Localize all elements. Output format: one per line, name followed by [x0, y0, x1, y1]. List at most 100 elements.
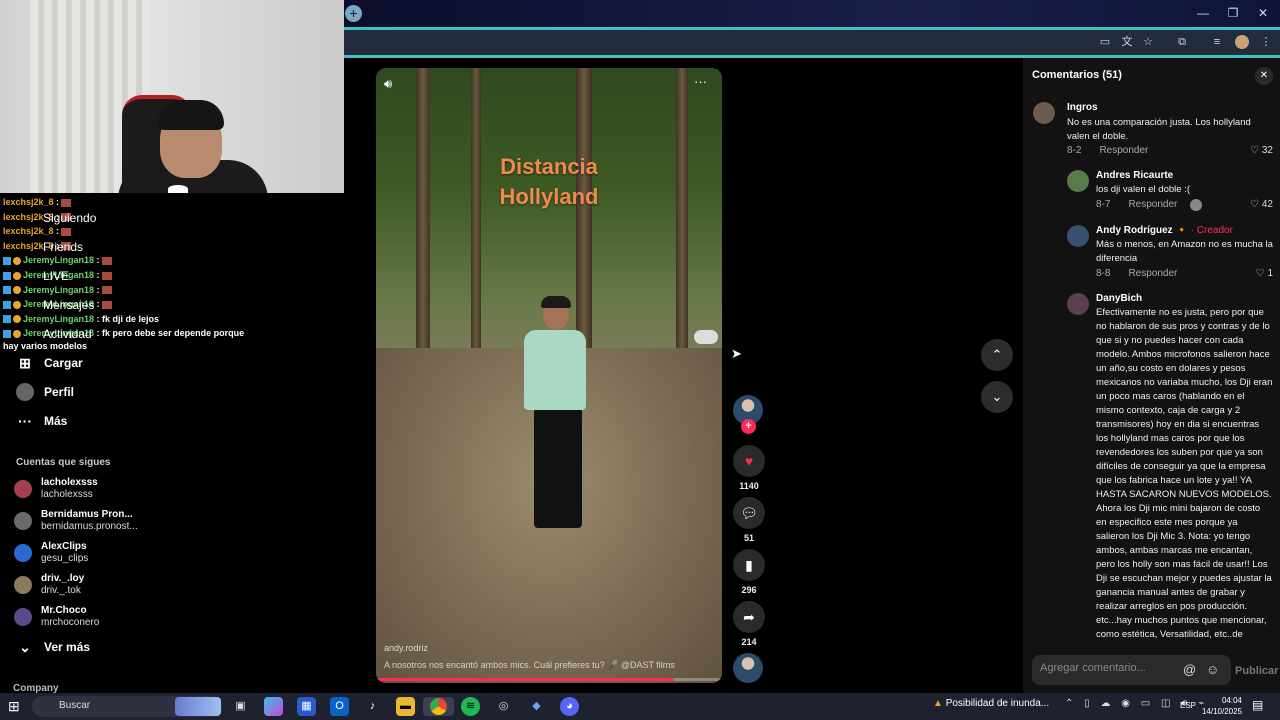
- file-explorer-icon[interactable]: ▬: [396, 697, 415, 716]
- account-name: lacholexsss: [41, 477, 98, 488]
- restore-button[interactable]: ❐: [1218, 4, 1248, 22]
- chat-separator: :: [53, 226, 60, 237]
- comment-avatar[interactable]: [1067, 225, 1089, 247]
- clock-date[interactable]: 14/10/2025: [1198, 707, 1242, 716]
- windows-start-icon[interactable]: ⊞: [8, 698, 20, 715]
- moderator-badge-icon: [13, 330, 21, 339]
- media-control-icon[interactable]: ≡: [1209, 35, 1225, 49]
- chrome-active-tab[interactable]: [423, 697, 454, 716]
- video-player[interactable]: Distancia Hollyland 🔊︎ ··· andy.rodriz A…: [376, 68, 722, 683]
- mention-icon[interactable]: @: [1183, 662, 1196, 677]
- music-disc-button[interactable]: [733, 653, 765, 683]
- next-video-button[interactable]: ⌄: [981, 381, 1013, 413]
- weather-widget[interactable]: ▲ Posibilidad de inunda...: [933, 698, 1049, 709]
- profile-avatar[interactable]: [1235, 35, 1249, 49]
- share-button[interactable]: ➦ 214: [733, 601, 765, 647]
- copilot-icon[interactable]: [264, 697, 283, 716]
- video-author[interactable]: andy.rodriz: [384, 643, 428, 653]
- chat-username: JeremyLingan18: [23, 284, 95, 295]
- comment-like-button[interactable]: ♡ 42: [1233, 199, 1273, 210]
- language-indicator[interactable]: ESP: [1180, 701, 1196, 710]
- post-comment-button[interactable]: Publicar: [1235, 665, 1278, 677]
- sidebar-nav-ghost-label[interactable]: LIVE: [43, 269, 69, 283]
- following-account[interactable]: lacholexsss lacholexsss: [14, 475, 98, 503]
- sidebar-item-upload[interactable]: ⊞ Cargar: [16, 352, 83, 374]
- discord-icon[interactable]: ◕: [560, 697, 579, 716]
- new-tab-button[interactable]: +: [345, 5, 362, 22]
- sidebar-nav-ghost-label[interactable]: Siguiendo: [43, 211, 96, 225]
- reply-button[interactable]: Responder: [1128, 199, 1177, 210]
- comment-like-count: 42: [1261, 199, 1273, 210]
- comment-user[interactable]: Ingros: [1067, 102, 1098, 113]
- sidebar-item-profile[interactable]: ◉ Perfil: [16, 381, 74, 403]
- reply-button[interactable]: Responder: [1128, 268, 1177, 279]
- save-button[interactable]: ▮ 296: [733, 549, 765, 595]
- notification-icon[interactable]: ▤: [1252, 698, 1263, 712]
- close-comments-button[interactable]: ✕: [1255, 67, 1273, 85]
- more-options-icon[interactable]: ···: [694, 74, 707, 89]
- video-progress-bar[interactable]: [376, 678, 722, 681]
- following-account[interactable]: driv._.loy driv._.tok: [14, 571, 84, 599]
- clock-time[interactable]: 04:04: [1208, 696, 1242, 705]
- chat-separator: :: [53, 197, 60, 207]
- volume-icon[interactable]: 🔊︎: [384, 76, 392, 92]
- sidebar-item-more[interactable]: ··· Más: [16, 410, 67, 432]
- reply-button[interactable]: Responder: [1099, 145, 1148, 156]
- app-icon[interactable]: ◆: [527, 697, 546, 716]
- previous-video-button[interactable]: ⌃: [981, 339, 1013, 371]
- chat-line: lexchsj2k_8 :: [3, 224, 72, 239]
- comment-date: 8-7: [1096, 199, 1111, 210]
- account-name: Bernidamus Pron...: [41, 509, 133, 520]
- comment-input[interactable]: Agregar comentario...: [1032, 655, 1231, 685]
- video-caption: A nosotros nos encantó ambos mics. Cuál …: [384, 660, 675, 670]
- following-account[interactable]: Bernidamus Pron... bernidamus.pronost...: [14, 507, 138, 535]
- comment-button[interactable]: 💬︎ 51: [733, 497, 765, 543]
- see-more-button[interactable]: ⌄ Ver más: [16, 636, 90, 658]
- account-avatar: [14, 608, 32, 626]
- extensions-icon[interactable]: ⧉: [1174, 35, 1190, 49]
- window-close-button[interactable]: ✕: [1248, 4, 1278, 22]
- mouse-cursor: ➤: [731, 346, 742, 361]
- emoji-icon[interactable]: ☺: [1206, 662, 1219, 677]
- comment-user[interactable]: Andres Ricaurte: [1096, 170, 1173, 181]
- comment-user[interactable]: Andy Rodríguez 🔸 · Creador: [1096, 225, 1233, 236]
- task-view-icon[interactable]: ▣: [231, 697, 250, 716]
- bookmark-star-icon[interactable]: ☆: [1140, 35, 1156, 49]
- outlook-icon[interactable]: O: [330, 697, 349, 716]
- comment-user[interactable]: DanyBich: [1096, 293, 1142, 304]
- moderator-badge-icon: [13, 271, 21, 280]
- chevron-down-icon: ⌄: [991, 389, 1003, 404]
- spotify-icon[interactable]: ≋: [461, 697, 480, 716]
- music-disc-icon: [733, 653, 763, 683]
- subscriber-badge-icon: [3, 330, 11, 339]
- follow-plus-icon[interactable]: +: [741, 419, 756, 434]
- following-account[interactable]: AlexClips gesu_clips: [14, 539, 88, 567]
- obs-icon[interactable]: ◎: [494, 697, 513, 716]
- like-button[interactable]: ♥ 1140: [733, 445, 765, 491]
- sidebar-nav-ghost-label[interactable]: Mensajes: [43, 298, 94, 312]
- comment-text: Más o menos, en Amazon no es mucha la di…: [1096, 239, 1273, 264]
- search-highlight-image[interactable]: [175, 697, 221, 716]
- comment-like-button[interactable]: ♡ 32: [1233, 145, 1273, 156]
- chat-separator: :: [94, 299, 100, 310]
- following-account[interactable]: Mr.Choco mrchoconero: [14, 603, 99, 631]
- minimize-button[interactable]: —: [1188, 4, 1218, 22]
- browser-menu-icon[interactable]: ⋮: [1258, 35, 1274, 49]
- store-icon[interactable]: ▦: [297, 697, 316, 716]
- translate-icon[interactable]: 文: [1119, 35, 1135, 49]
- comment-avatar[interactable]: [1033, 102, 1055, 124]
- person-pants: [534, 408, 582, 528]
- comment-avatar[interactable]: [1067, 293, 1089, 315]
- account-handle: gesu_clips: [41, 553, 89, 564]
- chat-emote-icon: [61, 227, 72, 236]
- comment-avatar[interactable]: [1067, 170, 1089, 192]
- account-handle: mrchoconero: [41, 617, 100, 628]
- account-avatar: [14, 544, 32, 562]
- cast-icon[interactable]: ▭: [1097, 35, 1113, 49]
- person-hair: [541, 296, 571, 308]
- tiktok-icon[interactable]: ♪: [363, 697, 382, 716]
- sidebar-nav-ghost-label[interactable]: Friends: [43, 240, 83, 254]
- comment-item: DanyBich Efectivamente no es justa, pero…: [1067, 293, 1273, 643]
- comment-like-button[interactable]: ♡ 1: [1243, 268, 1273, 279]
- account-avatar: [14, 512, 32, 530]
